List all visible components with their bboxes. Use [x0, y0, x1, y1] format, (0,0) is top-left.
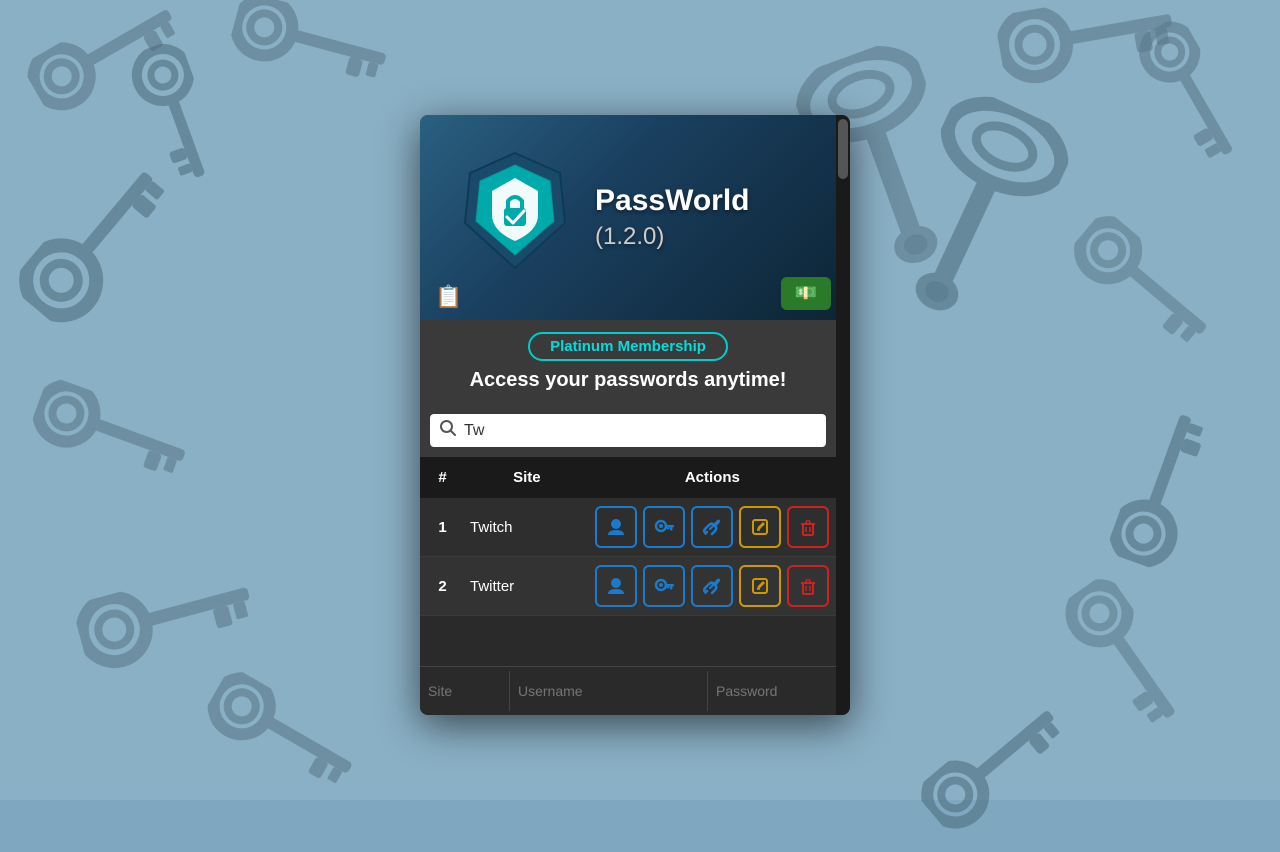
col-header-site: Site [465, 467, 589, 488]
new-username-input[interactable] [510, 671, 708, 711]
membership-badge: Platinum Membership [528, 332, 728, 361]
search-icon [440, 420, 456, 441]
tagline: Access your passwords anytime! [470, 369, 787, 392]
bg-key-8 [21, 375, 199, 505]
table-body: 1 Twitch [420, 498, 836, 666]
row-2-password-button[interactable] [643, 565, 685, 607]
row-2-site: Twitter [465, 578, 589, 595]
scrollbar-thumb[interactable] [838, 119, 848, 179]
bg-key-2 [222, 0, 397, 109]
row-1-delete-button[interactable] [787, 506, 829, 548]
row-1-site: Twitch [465, 519, 589, 536]
membership-area: Platinum Membership Access your password… [420, 320, 836, 408]
new-password-input[interactable] [708, 671, 850, 711]
bg-key-9 [1105, 401, 1235, 579]
money-icon: 💵 [795, 283, 817, 303]
bg-key-11 [1041, 572, 1198, 749]
doc-icon[interactable]: 📋 [435, 284, 462, 310]
row-2-delete-button[interactable] [787, 565, 829, 607]
app-title: PassWorld [595, 184, 750, 217]
row-2-link-button[interactable] [691, 565, 733, 607]
app-title-group: PassWorld (1.2.0) [595, 184, 806, 252]
table-row: 2 Twitter [420, 557, 836, 616]
bg-key-7 [1053, 208, 1227, 372]
row-1-actions [589, 506, 836, 548]
row-1-num: 1 [420, 519, 465, 536]
col-header-num: # [420, 467, 465, 488]
app-window: PassWorld (1.2.0) 📋 💵 Platinum Membershi… [420, 115, 850, 715]
row-2-edit-button[interactable] [739, 565, 781, 607]
scrollbar[interactable] [836, 115, 850, 715]
row-2-user-button[interactable] [595, 565, 637, 607]
row-1-link-button[interactable] [691, 506, 733, 548]
bg-key-12 [191, 665, 370, 814]
row-2-num: 2 [420, 578, 465, 595]
row-1-user-button[interactable] [595, 506, 637, 548]
money-button[interactable]: 💵 [781, 277, 831, 310]
header-banner: PassWorld (1.2.0) 📋 💵 [420, 115, 836, 320]
new-site-input[interactable] [420, 671, 510, 711]
table-header: # Site Actions [420, 457, 836, 498]
row-1-edit-button[interactable] [739, 506, 781, 548]
bg-key-13 [913, 688, 1087, 852]
search-input[interactable] [464, 422, 816, 440]
col-header-actions: Actions [589, 467, 836, 488]
app-version: (1.2.0) [595, 223, 664, 250]
table-row: 1 Twitch [420, 498, 836, 557]
search-bar [430, 414, 826, 447]
search-area [420, 408, 836, 457]
row-1-password-button[interactable] [643, 506, 685, 548]
row-2-actions [589, 565, 836, 607]
footer-area [420, 666, 836, 715]
bg-key-5 [1115, 14, 1255, 181]
shield-logo [450, 143, 580, 293]
